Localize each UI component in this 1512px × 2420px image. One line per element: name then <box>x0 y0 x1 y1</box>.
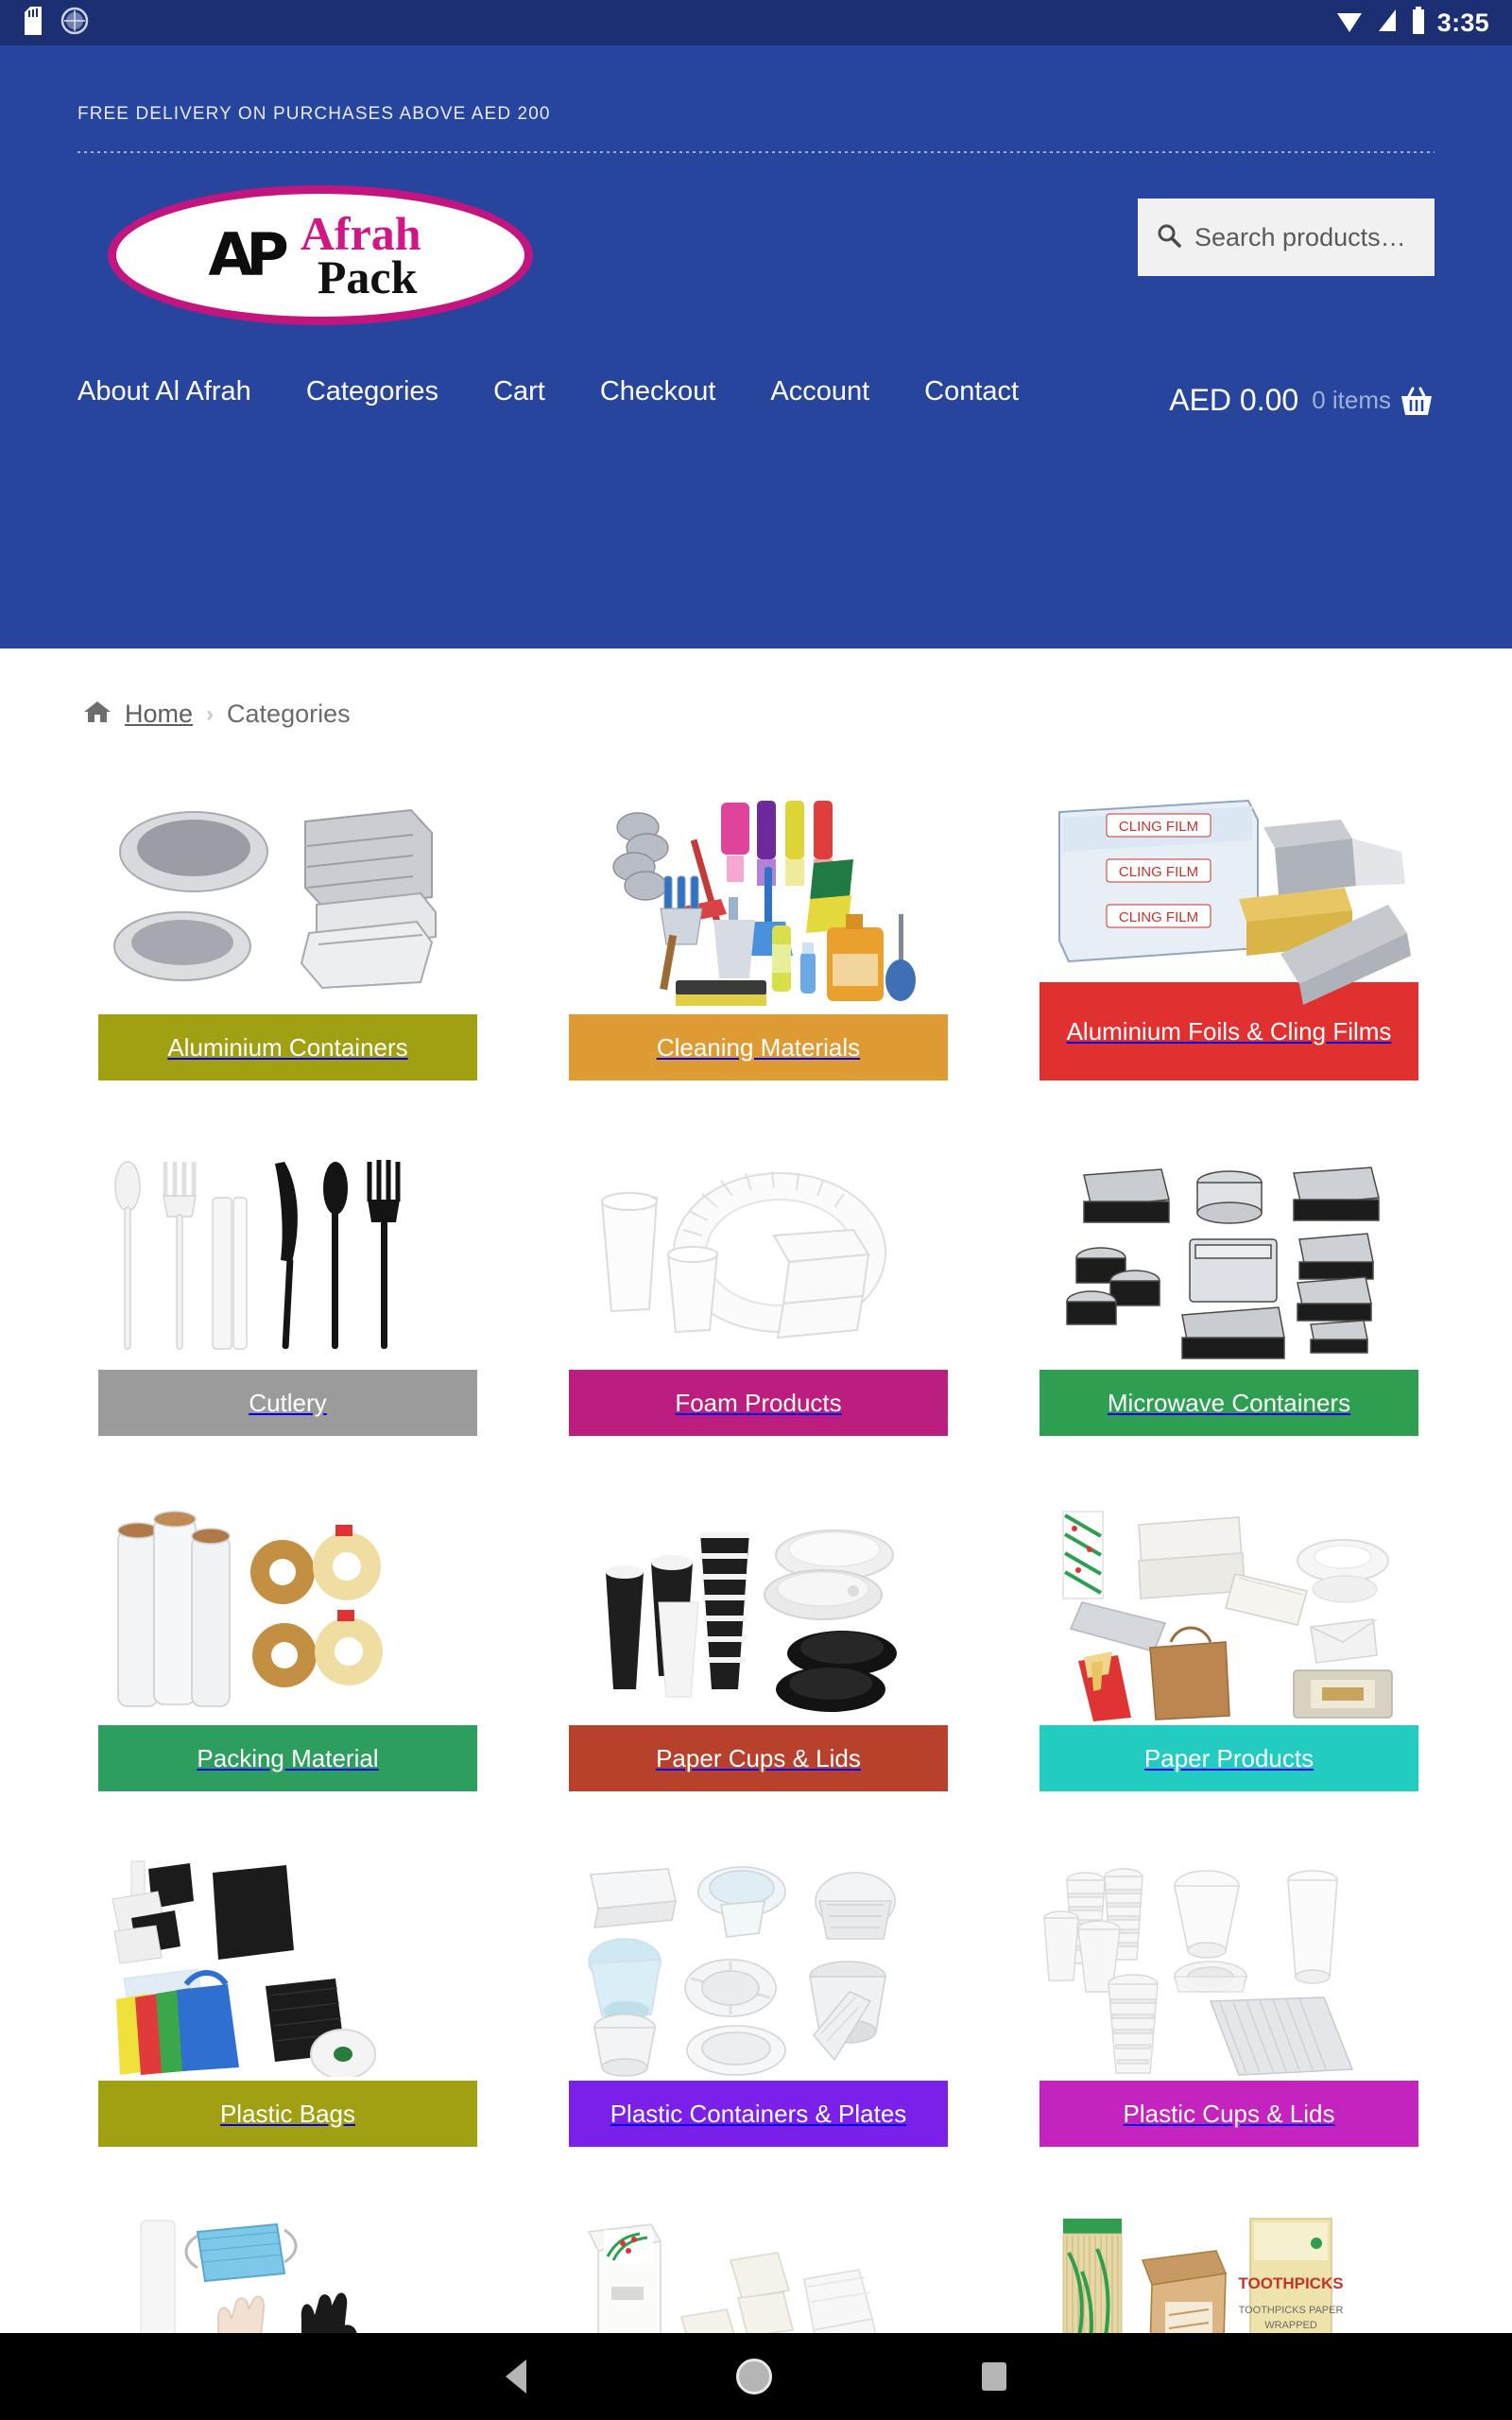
category-image-aluminium-foils-cling-films: CLING FILM CLING FILM CLING FILM <box>1040 789 1418 1014</box>
logo-monogram: AP <box>208 220 288 289</box>
sd-card-icon <box>23 6 43 40</box>
category-card-plastic-containers-plates[interactable]: Plastic Containers & Plates <box>569 1856 948 2147</box>
back-button-icon[interactable] <box>506 2360 526 2394</box>
category-image-paper-cups-lids <box>569 1500 948 1725</box>
category-image-plastic-bags <box>98 1856 477 2081</box>
logo-text-pack: Pack <box>317 251 418 303</box>
grid-row-spacer <box>98 1436 1418 1500</box>
android-status-bar: 3:35 <box>0 0 1512 45</box>
category-card-aluminium-containers[interactable]: Aluminium Containers <box>98 789 477 1080</box>
status-bar-right-icons: 3:35 <box>1335 6 1489 40</box>
screen: 3:35 FREE DELIVERY ON PURCHASES ABOVE AE… <box>0 0 1512 2420</box>
svg-text:TOOTHPICKS: TOOTHPICKS <box>1238 2274 1343 2292</box>
svg-text:CLING FILM: CLING FILM <box>1118 819 1197 835</box>
svg-text:CLING FILM: CLING FILM <box>1118 909 1197 925</box>
shopping-basket-icon[interactable] <box>1399 386 1435 423</box>
category-image-paper-products <box>1040 1500 1418 1725</box>
main-content: Home › Categories Aluminium Containers C… <box>0 648 1512 2420</box>
category-card-cutlery[interactable]: Cutlery <box>98 1145 477 1436</box>
nav-item-checkout[interactable]: Checkout <box>600 376 716 407</box>
breadcrumb-current: Categories <box>227 700 351 728</box>
svg-text:WRAPPED: WRAPPED <box>1264 2320 1317 2331</box>
home-button-icon[interactable] <box>736 2359 772 2394</box>
svg-text:CLING FILM: CLING FILM <box>1118 864 1197 880</box>
search-icon <box>1157 223 1181 252</box>
breadcrumb: Home › Categories <box>0 648 1512 729</box>
nav-item-about-al-afrah[interactable]: About Al Afrah <box>77 376 251 407</box>
category-label: Aluminium Containers <box>98 1014 477 1080</box>
android-navigation-bar <box>0 2333 1512 2420</box>
breadcrumb-home-link[interactable]: Home <box>125 700 193 729</box>
category-image-aluminium-containers <box>98 789 477 1014</box>
wifi-icon <box>1335 8 1364 39</box>
category-image-microwave-containers <box>1040 1145 1418 1370</box>
grid-row-spacer <box>98 1791 1418 1856</box>
category-image-foam-products <box>569 1145 948 1370</box>
category-card-paper-cups-lids[interactable]: Paper Cups & Lids <box>569 1500 948 1791</box>
nav-item-cart[interactable]: Cart <box>493 376 545 407</box>
recents-button-icon[interactable] <box>982 2362 1006 2391</box>
category-label: Microwave Containers <box>1040 1370 1418 1436</box>
status-bar-clock: 3:35 <box>1436 8 1489 37</box>
category-label: Plastic Bags <box>98 2081 477 2147</box>
site-header: FREE DELIVERY ON PURCHASES ABOVE AED 200… <box>0 45 1512 648</box>
battery-icon <box>1411 6 1426 40</box>
promo-banner: FREE DELIVERY ON PURCHASES ABOVE AED 200 <box>0 45 1512 153</box>
home-icon <box>83 700 112 729</box>
category-image-packing-material <box>98 1500 477 1725</box>
compass-icon <box>60 7 89 40</box>
category-card-paper-products[interactable]: Paper Products <box>1040 1500 1418 1791</box>
category-card-microwave-containers[interactable]: Microwave Containers <box>1040 1145 1418 1436</box>
category-image-plastic-containers-plates <box>569 1856 948 2081</box>
search-box[interactable] <box>1138 199 1435 276</box>
category-card-plastic-cups-lids[interactable]: Plastic Cups & Lids <box>1040 1856 1418 2147</box>
svg-text:TOOTHPICKS PAPER: TOOTHPICKS PAPER <box>1238 2305 1343 2316</box>
site-logo[interactable]: AP Afrah Pack <box>81 178 533 329</box>
search-input[interactable] <box>1194 222 1416 252</box>
status-bar-left-icons <box>23 6 89 40</box>
category-card-cleaning-materials[interactable]: Cleaning Materials <box>569 789 948 1080</box>
cart-summary[interactable]: AED 0.00 0 items <box>1169 365 1435 423</box>
signal-icon <box>1375 8 1400 39</box>
category-image-cutlery <box>98 1145 477 1370</box>
chevron-right-icon: › <box>206 700 215 727</box>
grid-row-spacer <box>98 2147 1418 2211</box>
category-label: Paper Cups & Lids <box>569 1725 948 1791</box>
cart-total-amount: AED 0.00 <box>1169 383 1299 417</box>
grid-row-spacer <box>98 1080 1418 1145</box>
category-label: Foam Products <box>569 1370 948 1436</box>
category-image-cleaning-materials <box>569 789 948 1014</box>
logo-oval: AP Afrah Pack <box>108 185 533 325</box>
category-label: Plastic Containers & Plates <box>569 2081 948 2147</box>
category-label: Plastic Cups & Lids <box>1040 2081 1418 2147</box>
category-grid: Aluminium Containers Cleaning Materials … <box>0 729 1512 2420</box>
category-card-foam-products[interactable]: Foam Products <box>569 1145 948 1436</box>
nav-item-contact[interactable]: Contact <box>924 376 1019 407</box>
category-card-aluminium-foils-cling-films[interactable]: CLING FILM CLING FILM CLING FILM Alumini… <box>1040 789 1418 1080</box>
cart-item-count: 0 items <box>1312 386 1391 414</box>
category-label: Cleaning Materials <box>569 1014 948 1080</box>
category-card-packing-material[interactable]: Packing Material <box>98 1500 477 1791</box>
category-label: Paper Products <box>1040 1725 1418 1791</box>
nav-item-account[interactable]: Account <box>770 376 869 407</box>
nav-item-categories[interactable]: Categories <box>306 376 438 407</box>
category-card-plastic-bags[interactable]: Plastic Bags <box>98 1856 477 2147</box>
main-navigation: About Al Afrah Categories Cart Checkout … <box>77 365 1079 407</box>
logo-text-afrah: Afrah <box>300 207 421 260</box>
category-label: Cutlery <box>98 1370 477 1436</box>
category-image-plastic-cups-lids <box>1040 1856 1418 2081</box>
category-label: Packing Material <box>98 1725 477 1791</box>
promo-text: FREE DELIVERY ON PURCHASES ABOVE AED 200 <box>77 104 551 124</box>
